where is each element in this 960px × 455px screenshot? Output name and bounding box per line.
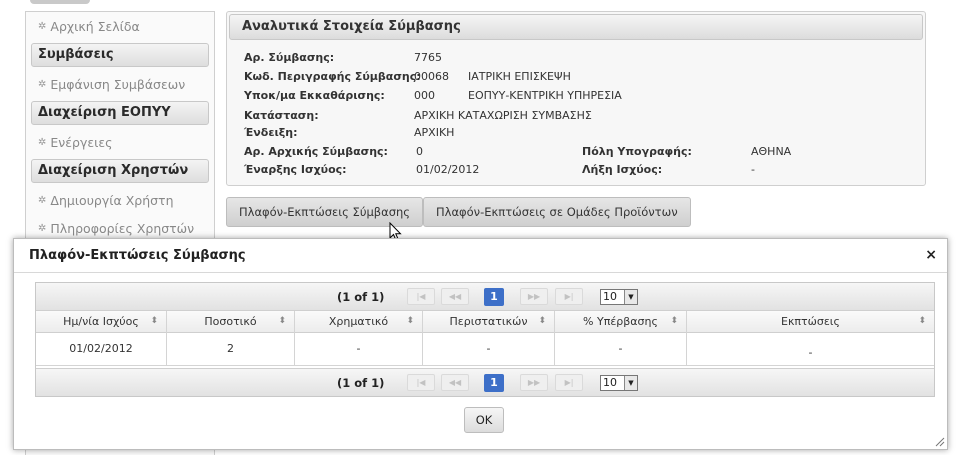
city-value: ΑΘΗΝΑ: [751, 145, 792, 158]
gear-icon: ✲: [38, 222, 47, 234]
next-page-icon[interactable]: ▶▶: [520, 288, 548, 305]
page-1-button[interactable]: 1: [484, 374, 504, 392]
ceilings-dialog: Πλαφόν-Εκπτώσεις Σύμβασης × (1 of 1) |◀ …: [13, 238, 948, 450]
sort-icon: ⬍: [406, 316, 414, 326]
column-header-label: Περιστατικών: [449, 315, 528, 328]
sidebar-item-label: Αρχική Σελίδα: [50, 18, 140, 34]
table-cell: 2: [167, 333, 295, 366]
last-page-icon[interactable]: ▶|: [555, 288, 583, 305]
settlement-code-value: 000: [414, 89, 435, 102]
first-page-icon[interactable]: |◀: [407, 374, 435, 391]
column-header[interactable]: Ποσοτικό ⬍: [167, 311, 295, 333]
ceilings-table: (1 of 1) |◀ ◀◀ 1 ▶▶ ▶| 10 ▼ Ημ/νία Ισχύο…: [35, 282, 935, 397]
chevron-down-icon: ▼: [624, 376, 637, 390]
prev-page-icon[interactable]: ◀◀: [441, 374, 469, 391]
table-cell: -: [555, 333, 687, 366]
indication-value: ΑΡΧΙΚΗ: [414, 126, 455, 139]
sort-icon: ⬍: [150, 316, 158, 326]
column-header-label: Ημ/νία Ισχύος: [63, 315, 139, 328]
initial-no-value: 0: [416, 145, 423, 158]
resize-handle-icon[interactable]: [933, 435, 945, 447]
rows-per-page-select[interactable]: 10 ▼: [600, 375, 638, 391]
column-header-label: Χρηματικό: [328, 315, 389, 328]
city-label: Πόλη Υπογραφής:: [582, 145, 692, 158]
table-cell: 01/02/2012: [36, 333, 167, 366]
contract-no-value: 7765: [414, 51, 442, 64]
column-header[interactable]: Εκπτώσεις ⬍: [687, 311, 934, 333]
column-header-label: Εκπτώσεις: [781, 315, 840, 328]
rows-per-page-value: 10: [603, 376, 617, 389]
desc-text-value: ΙΑΤΡΙΚΗ ΕΠΙΣΚΕΨΗ: [468, 70, 571, 83]
sidebar-item-label: Πληροφορίες Χρηστών: [50, 220, 195, 236]
close-icon[interactable]: ×: [925, 247, 937, 263]
sidebar-group-eopyy[interactable]: Διαχείριση ΕΟΠΥΥ: [31, 101, 209, 125]
column-header-label: Ποσοτικό: [204, 315, 257, 328]
chevron-down-icon: ▼: [624, 290, 637, 304]
start-value: 01/02/2012: [416, 163, 480, 176]
column-header[interactable]: Χρηματικό ⬍: [295, 311, 423, 333]
paginator-bottom: (1 of 1) |◀ ◀◀ 1 ▶▶ ▶| 10 ▼: [36, 368, 934, 396]
status-label: Κατάσταση:: [244, 109, 319, 122]
table-header: Ημ/νία Ισχύος ⬍ Ποσοτικό ⬍ Χρηματικό ⬍ Π…: [36, 311, 934, 333]
settlement-label: Υποκ/μα Εκκαθάρισης:: [244, 89, 385, 102]
sidebar-item-show-contracts[interactable]: ✲ Εμφάνιση Συμβάσεων: [26, 70, 214, 98]
first-page-icon[interactable]: |◀: [407, 288, 435, 305]
last-page-icon[interactable]: ▶|: [555, 374, 583, 391]
contract-no-label: Αρ. Σύμβασης:: [244, 51, 335, 64]
initial-no-label: Αρ. Αρχικής Σύμβασης:: [244, 145, 388, 158]
sidebar-group-users[interactable]: Διαχείριση Χρηστών: [31, 159, 209, 183]
rows-per-page-select[interactable]: 10 ▼: [600, 289, 638, 305]
column-header[interactable]: Ημ/νία Ισχύος ⬍: [36, 311, 167, 333]
column-header[interactable]: % Υπέρβασης ⬍: [555, 311, 687, 333]
contract-details-panel: Αναλυτικά Στοιχεία Σύμβασης Αρ. Σύμβασης…: [226, 11, 926, 186]
rows-per-page-value: 10: [603, 290, 617, 303]
sidebar-item-actions[interactable]: ✲ Ενέργειες: [26, 128, 214, 156]
sidebar-item-create-user[interactable]: ✲ Δημιουργία Χρήστη: [26, 186, 214, 214]
prev-page-icon[interactable]: ◀◀: [441, 288, 469, 305]
paginator-top: (1 of 1) |◀ ◀◀ 1 ▶▶ ▶| 10 ▼: [36, 283, 934, 311]
sidebar-item-label: Ενέργειες: [50, 134, 113, 150]
start-label: Έναρξης Ισχύος:: [244, 163, 347, 176]
column-header-label: % Υπέρβασης: [583, 315, 658, 328]
gear-icon: ✲: [38, 20, 47, 32]
sidebar-item-label: Δημιουργία Χρήστη: [50, 192, 174, 208]
sidebar-item-home[interactable]: ✲ Αρχική Σελίδα: [26, 12, 214, 40]
paginator-status: (1 of 1): [337, 376, 385, 390]
dialog-title: Πλαφόν-Εκπτώσεις Σύμβασης: [14, 239, 947, 273]
app-logo: [30, 0, 90, 4]
table-cell: -: [808, 346, 813, 359]
ok-button[interactable]: OK: [464, 407, 504, 433]
indication-label: Ένδειξη:: [244, 126, 298, 139]
table-cell: -: [423, 333, 555, 366]
sort-icon: ⬍: [538, 316, 546, 326]
column-header[interactable]: Περιστατικών ⬍: [423, 311, 555, 333]
sort-icon: ⬍: [670, 316, 678, 326]
end-label: Λήξη Ισχύος:: [582, 163, 663, 176]
gear-icon: ✲: [38, 78, 47, 90]
gear-icon: ✲: [38, 136, 47, 148]
table-row[interactable]: 01/02/2012 2 - - - -: [36, 333, 934, 366]
settlement-text-value: ΕΟΠΥΥ-ΚΕΝΤΡΙΚΗ ΥΠΗΡΕΣΙΑ: [468, 89, 622, 102]
paginator-status: (1 of 1): [337, 290, 385, 304]
sidebar-item-label: Εμφάνιση Συμβάσεων: [50, 76, 186, 92]
contract-details-title: Αναλυτικά Στοιχεία Σύμβασης: [229, 14, 923, 40]
page-1-button[interactable]: 1: [484, 288, 504, 306]
ceilings-groups-button[interactable]: Πλαφόν-Εκπτώσεις σε Ομάδες Προϊόντων: [423, 197, 691, 227]
next-page-icon[interactable]: ▶▶: [520, 374, 548, 391]
desc-code-label: Κωδ. Περιγραφής Σύμβασης:: [244, 70, 421, 83]
desc-code-value: 00068: [414, 70, 449, 83]
end-value: -: [751, 163, 755, 176]
status-value: ΑΡΧΙΚΗ ΚΑΤΑΧΩΡΙΣΗ ΣΥΜΒΑΣΗΣ: [414, 109, 592, 122]
gear-icon: ✲: [38, 194, 47, 206]
sort-icon: ⬍: [918, 316, 926, 326]
sort-icon: ⬍: [278, 316, 286, 326]
sidebar-group-contracts[interactable]: Συμβάσεις: [31, 43, 209, 67]
table-cell: -: [295, 333, 423, 366]
